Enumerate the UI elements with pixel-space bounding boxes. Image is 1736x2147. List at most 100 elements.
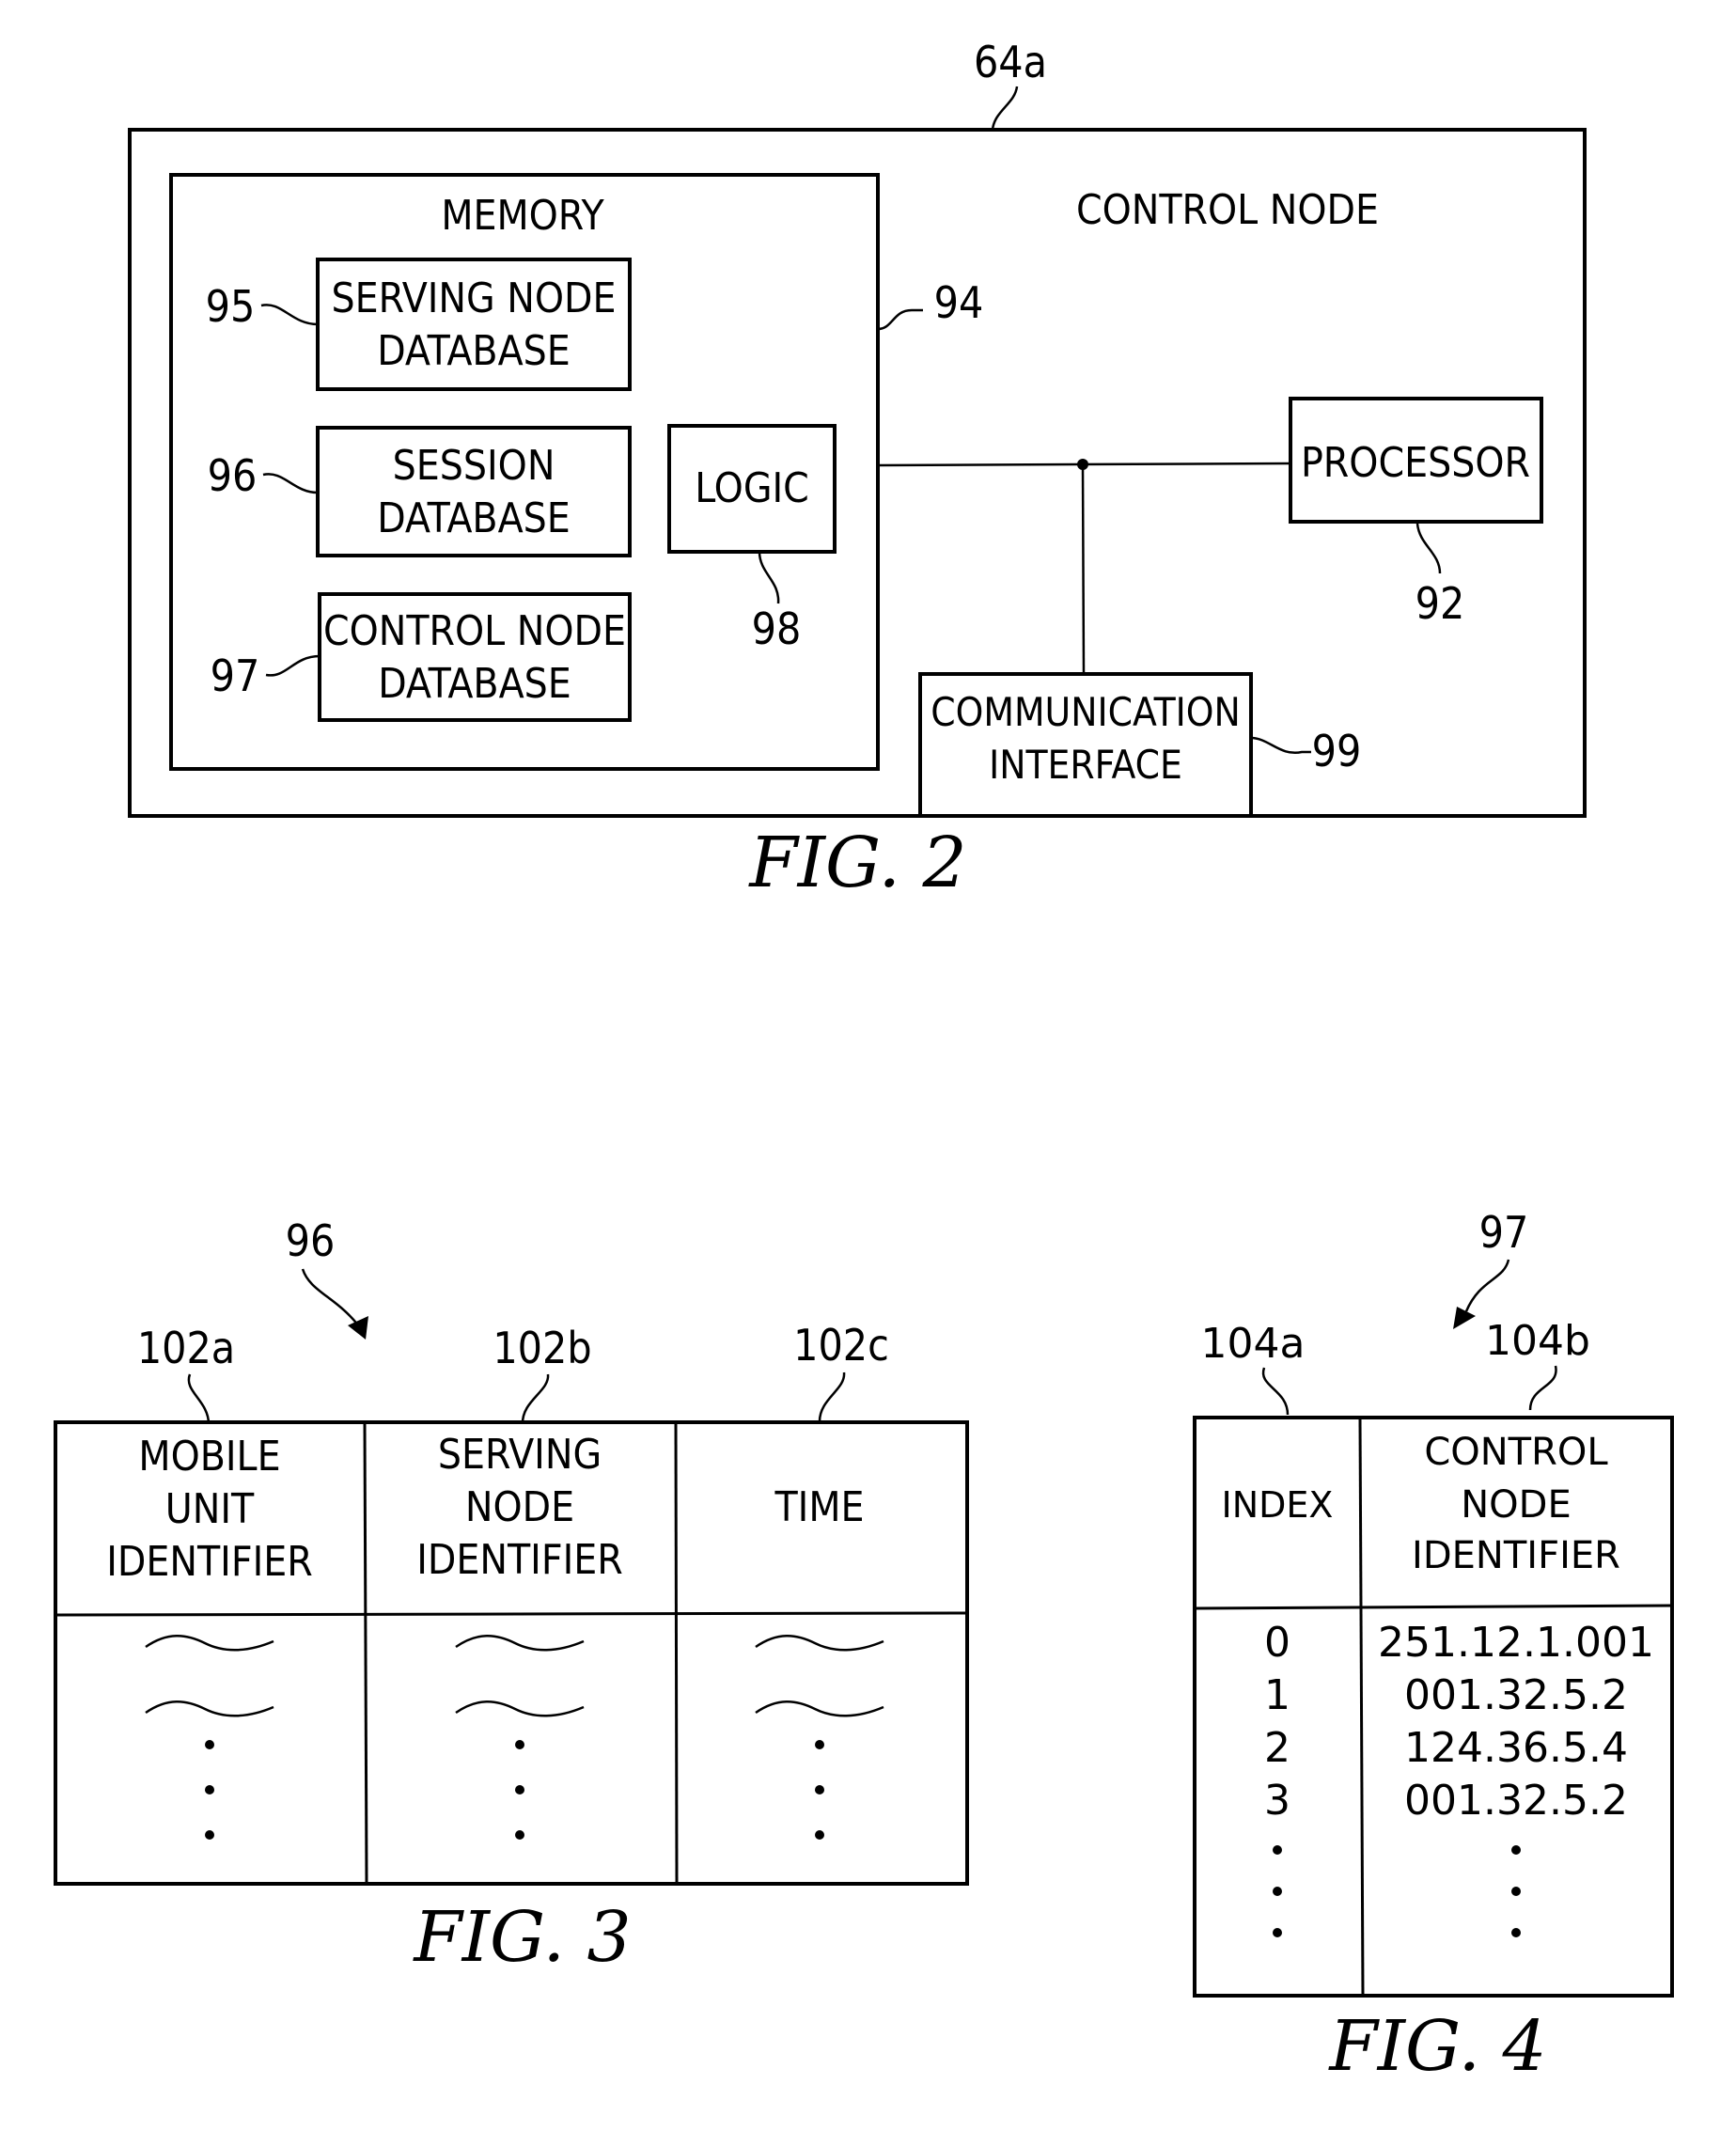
header-index: INDEX — [1222, 1484, 1334, 1526]
arrow-96-shaft — [301, 1268, 364, 1331]
header-line: IDENTIFIER — [416, 1536, 623, 1584]
serving-node-database-line1: SERVING NODE — [331, 274, 616, 322]
header-line: IDENTIFIER — [106, 1538, 313, 1586]
header-line: SERVING — [438, 1431, 602, 1479]
ref-98: 98 — [752, 603, 802, 654]
ref-97: 97 — [211, 650, 260, 701]
communication-interface-line2: INTERFACE — [989, 742, 1182, 788]
leader-102c — [818, 1371, 846, 1422]
continuation-dot — [205, 1785, 214, 1794]
leader-96 — [262, 473, 319, 494]
continuation-dot — [815, 1740, 824, 1749]
session-table-col-divider-1 — [363, 1421, 368, 1885]
patent-drawing-sheet: 64a CONTROL NODE MEMORY 94 SERVING NODE … — [54, 37, 1674, 2087]
bus-branch-line — [1081, 463, 1086, 675]
placeholder-entry-squiggle — [755, 1635, 884, 1652]
ref-102c: 102c — [793, 1320, 889, 1371]
ref-95: 95 — [206, 281, 256, 332]
index-cell: 2 — [1264, 1724, 1290, 1772]
logic-label: LOGIC — [695, 464, 809, 512]
ref-96: 96 — [208, 450, 258, 501]
continuation-dot — [515, 1785, 524, 1794]
header-line: UNIT — [165, 1485, 255, 1533]
header-mobile-unit-identifier: MOBILE UNIT IDENTIFIER — [106, 1433, 313, 1586]
arrow-97-shaft — [1464, 1259, 1510, 1312]
fig2-caption: FIG. 2 — [747, 823, 966, 903]
header-line: MOBILE — [138, 1433, 280, 1481]
control-node-database-line2: DATABASE — [378, 660, 571, 708]
placeholder-entry-squiggle — [455, 1700, 585, 1717]
fig4-caption: FIG. 4 — [1327, 2006, 1546, 2087]
continuation-dot — [205, 1830, 214, 1840]
placeholder-entry-squiggle — [145, 1635, 274, 1652]
fig4-control-node-database-table: 97 104a 104b INDEX CONTROL NODE IDENTIFI… — [1193, 1207, 1674, 2087]
arrow-96-head — [348, 1316, 368, 1340]
continuation-dot — [815, 1830, 824, 1840]
ref-97-table: 97 — [1479, 1207, 1529, 1258]
leader-102a — [187, 1373, 211, 1425]
session-table-body — [145, 1635, 884, 1840]
control-node-identifier-cell: 124.36.5.4 — [1404, 1724, 1628, 1772]
continuation-dot — [1273, 1887, 1282, 1896]
header-line: IDENTIFIER — [1412, 1534, 1620, 1577]
continuation-dot — [1273, 1845, 1282, 1855]
leader-92 — [1415, 523, 1442, 574]
leader-102b — [521, 1373, 550, 1425]
header-serving-node-identifier: SERVING NODE IDENTIFIER — [416, 1431, 623, 1584]
index-cell: 3 — [1264, 1777, 1290, 1825]
ref-94: 94 — [934, 277, 984, 328]
ref-92: 92 — [1415, 578, 1465, 629]
continuation-dot — [1511, 1887, 1521, 1896]
control-node-title: CONTROL NODE — [1076, 186, 1379, 234]
continuation-dot — [515, 1830, 524, 1840]
memory-title: MEMORY — [441, 192, 604, 240]
control-node-identifier-cell: 001.32.5.2 — [1404, 1777, 1628, 1825]
ref-99: 99 — [1312, 726, 1362, 776]
leader-95 — [260, 304, 319, 326]
arrow-97-head — [1453, 1307, 1476, 1329]
control-node-identifier-cell: 251.12.1.001 — [1378, 1619, 1654, 1667]
session-database-line2: DATABASE — [377, 494, 571, 542]
placeholder-entry-squiggle — [755, 1700, 884, 1717]
ref-104a: 104a — [1201, 1320, 1306, 1368]
ref-104b: 104b — [1485, 1317, 1590, 1365]
leader-104a — [1261, 1367, 1290, 1416]
control-node-identifier-cell: 001.32.5.2 — [1404, 1671, 1628, 1719]
session-database-line1: SESSION — [393, 442, 555, 490]
placeholder-entry-squiggle — [145, 1700, 274, 1717]
continuation-dot — [1511, 1928, 1521, 1937]
control-node-table-header-divider — [1194, 1604, 1673, 1610]
fig3-session-database-table: 96 102a 102b 102c MOBILE UNIT IDENTIFIER… — [54, 1215, 969, 1978]
fig2-control-node-diagram: 64a CONTROL NODE MEMORY 94 SERVING NODE … — [128, 37, 1587, 903]
ref-102b: 102b — [493, 1323, 591, 1373]
leader-97 — [265, 654, 321, 677]
header-time: TIME — [774, 1483, 864, 1531]
control-node-table-body: 0 251.12.1.001 1 001.32.5.2 2 124.36.5.4 3 001.… — [1264, 1619, 1654, 1937]
processor-label: PROCESSOR — [1301, 439, 1530, 487]
header-line: CONTROL — [1424, 1431, 1608, 1474]
session-table-header-divider — [55, 1611, 968, 1617]
leader-99 — [1250, 736, 1311, 755]
header-line: NODE — [465, 1483, 574, 1531]
continuation-dot — [205, 1740, 214, 1749]
continuation-dot — [1511, 1845, 1521, 1855]
continuation-dot — [1273, 1928, 1282, 1937]
header-control-node-identifier: CONTROL NODE IDENTIFIER — [1412, 1431, 1620, 1577]
ref-96-table: 96 — [286, 1215, 336, 1266]
continuation-dot — [515, 1740, 524, 1749]
leader-94 — [877, 308, 923, 331]
ref-102a: 102a — [137, 1323, 235, 1373]
leader-98 — [758, 551, 780, 604]
leader-64a — [991, 86, 1019, 131]
continuation-dot — [815, 1785, 824, 1794]
placeholder-entry-squiggle — [455, 1635, 585, 1652]
index-cell: 0 — [1264, 1619, 1290, 1667]
control-node-database-line1: CONTROL NODE — [323, 607, 626, 655]
index-cell: 1 — [1264, 1671, 1290, 1719]
header-line: NODE — [1461, 1483, 1571, 1527]
session-table-col-divider-2 — [674, 1421, 679, 1885]
control-node-table-col-divider — [1358, 1417, 1365, 1997]
communication-interface-line1: COMMUNICATION — [931, 689, 1241, 735]
leader-104b — [1528, 1365, 1557, 1411]
fig3-caption: FIG. 3 — [412, 1897, 631, 1978]
